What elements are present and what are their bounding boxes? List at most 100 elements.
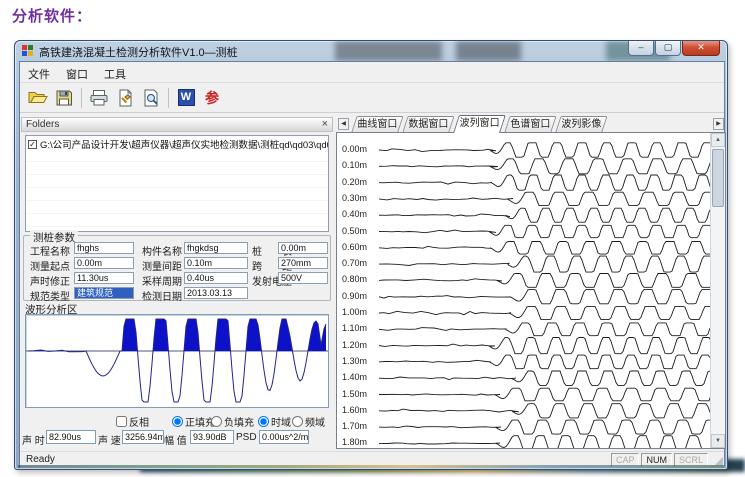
word-export-button[interactable]: W bbox=[173, 86, 199, 110]
tab-wave-train-window[interactable]: 波列窗口 bbox=[453, 115, 506, 133]
save-floppy-icon bbox=[55, 89, 73, 107]
tab-label: 波列窗口 bbox=[457, 116, 502, 131]
tab-curve-window[interactable]: 曲线窗口 bbox=[351, 116, 403, 132]
checkbox-checked-icon[interactable]: ✓ bbox=[28, 140, 37, 149]
wave-traces bbox=[377, 133, 711, 449]
control-label: 负填充 bbox=[224, 414, 254, 429]
depth-label: 1.80m bbox=[342, 437, 374, 447]
depth-label: 1.10m bbox=[342, 323, 374, 333]
close-icon[interactable]: × bbox=[322, 118, 328, 131]
maximize-button[interactable]: ▢ bbox=[655, 41, 681, 56]
page-setup-icon bbox=[116, 89, 134, 107]
control-label: 频域 bbox=[305, 414, 325, 429]
sound-time-field[interactable]: 82.90us bbox=[46, 430, 96, 444]
params-button[interactable]: 参 bbox=[199, 86, 225, 110]
param-field[interactable]: fhghs bbox=[74, 242, 134, 254]
frame-bottom-glass bbox=[18, 465, 724, 468]
wave-trace bbox=[379, 371, 710, 385]
app-window: 高铁建浇混凝土检测分析软件V1.0—测桩 – ▢ ✕ 文件窗口工具 bbox=[14, 40, 728, 470]
word-icon: W bbox=[178, 89, 195, 106]
analysis-waveform bbox=[26, 315, 328, 407]
folders-list[interactable]: ✓ G:\公司产品设计开发\超声仪器\超声仪实地检测数据\测桩qd\qd03\q… bbox=[25, 135, 329, 232]
tab-spectrum-window[interactable]: 色谱窗口 bbox=[504, 116, 556, 132]
vertical-scrollbar[interactable]: ▲ ▼ bbox=[710, 133, 725, 448]
tab-label: 波列影像 bbox=[559, 117, 604, 132]
readouts-row: 声 时82.90us声 速3256.94m/s幅 值93.90dBPSD0.00… bbox=[20, 430, 333, 446]
param-field[interactable]: 2013.03.13 bbox=[184, 287, 248, 299]
open-button[interactable] bbox=[25, 86, 51, 110]
freq-domain-radio[interactable] bbox=[292, 416, 303, 427]
param-field[interactable]: 270mm bbox=[278, 257, 328, 269]
print-preview-button[interactable] bbox=[138, 86, 164, 110]
tab-label: 曲线窗口 bbox=[355, 117, 400, 132]
param-field[interactable]: 0.00m bbox=[74, 257, 134, 269]
toolbar-separator bbox=[81, 88, 82, 108]
time-domain-radio[interactable] bbox=[258, 416, 269, 427]
folders-panel-header[interactable]: Folders × bbox=[21, 117, 333, 132]
wave-trace bbox=[379, 355, 710, 369]
invert-checkbox[interactable] bbox=[116, 416, 127, 427]
depth-label: 0.80m bbox=[342, 274, 374, 284]
param-field[interactable]: 11.30us bbox=[74, 272, 134, 284]
glass-reflection bbox=[335, 41, 442, 61]
control-label: 时域 bbox=[271, 414, 291, 429]
menu-file[interactable]: 文件 bbox=[20, 62, 58, 83]
close-button[interactable]: ✕ bbox=[682, 41, 720, 56]
tab-scroll-right-icon[interactable]: ▶ bbox=[713, 118, 724, 130]
print-button[interactable] bbox=[86, 86, 112, 110]
param-field[interactable]: 建筑规范 bbox=[74, 287, 134, 299]
depth-label: 0.00m bbox=[342, 144, 374, 154]
glass-reflection bbox=[456, 41, 520, 61]
positive-fill-radio[interactable]: 正填充 bbox=[172, 414, 215, 429]
minimize-button[interactable]: – bbox=[628, 41, 654, 56]
preview-magnifier-icon bbox=[142, 89, 160, 107]
menu-bar: 文件窗口工具 bbox=[20, 62, 724, 83]
folder-item[interactable]: ✓ G:\公司产品设计开发\超声仪器\超声仪实地检测数据\测桩qd\qd03\q… bbox=[26, 136, 328, 152]
param-field[interactable]: 0.10m bbox=[184, 257, 248, 269]
tab-label: 色谱窗口 bbox=[508, 117, 553, 132]
wave-trace bbox=[379, 404, 710, 418]
param-field[interactable]: 0.00m bbox=[278, 242, 328, 254]
open-folder-icon bbox=[28, 89, 48, 106]
sound-velocity-field[interactable]: 3256.94m/s bbox=[122, 430, 164, 444]
negative-fill-radio[interactable]: 负填充 bbox=[211, 414, 254, 429]
wave-train-panel[interactable]: ▲ ▼ 0.00m0.10m0.20m0.30m0.40m0.50m0.60m0… bbox=[336, 132, 726, 449]
depth-label: 1.70m bbox=[342, 421, 374, 431]
depth-label: 0.50m bbox=[342, 226, 374, 236]
waveform-analysis-plot[interactable] bbox=[25, 314, 329, 408]
wave-trace bbox=[379, 208, 711, 222]
invert-checkbox[interactable]: 反相 bbox=[116, 414, 149, 429]
scrollbar-thumb[interactable] bbox=[712, 149, 724, 207]
print-setup-button[interactable] bbox=[112, 86, 138, 110]
freq-domain-radio[interactable]: 频域 bbox=[292, 414, 325, 429]
amplitude-field[interactable]: 93.90dB bbox=[190, 430, 234, 444]
scroll-down-icon[interactable]: ▼ bbox=[711, 434, 725, 448]
amplitude-label: 幅 值 bbox=[164, 432, 187, 447]
fill-mode-controls: 反相 正填充负填充 时域频域 bbox=[20, 414, 333, 428]
param-label: 检测日期 bbox=[142, 288, 182, 303]
depth-label: 1.20m bbox=[342, 340, 374, 350]
param-field[interactable]: 500V bbox=[278, 272, 328, 284]
param-field[interactable]: 0.40us bbox=[184, 272, 248, 284]
param-field[interactable]: fhgkdsg bbox=[184, 242, 248, 254]
positive-fill-radio[interactable] bbox=[172, 416, 183, 427]
title-bar[interactable]: 高铁建浇混凝土检测分析软件V1.0—测桩 – ▢ ✕ bbox=[15, 41, 727, 61]
scroll-up-icon[interactable]: ▲ bbox=[711, 133, 725, 147]
negative-fill-radio[interactable] bbox=[211, 416, 222, 427]
depth-label: 1.40m bbox=[342, 372, 374, 382]
menu-tools[interactable]: 工具 bbox=[96, 62, 134, 83]
menu-window[interactable]: 窗口 bbox=[58, 62, 96, 83]
wave-trace bbox=[379, 143, 710, 157]
save-button[interactable] bbox=[51, 86, 77, 110]
printer-icon bbox=[89, 89, 109, 107]
depth-label: 0.30m bbox=[342, 193, 374, 203]
tab-wave-train-image[interactable]: 波列影像 bbox=[555, 116, 607, 132]
tab-scroll-left-icon[interactable]: ◀ bbox=[338, 118, 349, 130]
psd-field[interactable]: 0.00us^2/m bbox=[259, 430, 309, 444]
depth-label: 0.90m bbox=[342, 291, 374, 301]
tab-label: 数据窗口 bbox=[406, 117, 451, 132]
time-domain-radio[interactable]: 时域 bbox=[258, 414, 291, 429]
tab-data-window[interactable]: 数据窗口 bbox=[402, 116, 454, 132]
pile-params-groupbox: 测桩参数 工程名称fhghs构件名称fhgkdsg桩 长0.00m测量起点0.0… bbox=[23, 235, 331, 301]
depth-label: 0.70m bbox=[342, 258, 374, 268]
